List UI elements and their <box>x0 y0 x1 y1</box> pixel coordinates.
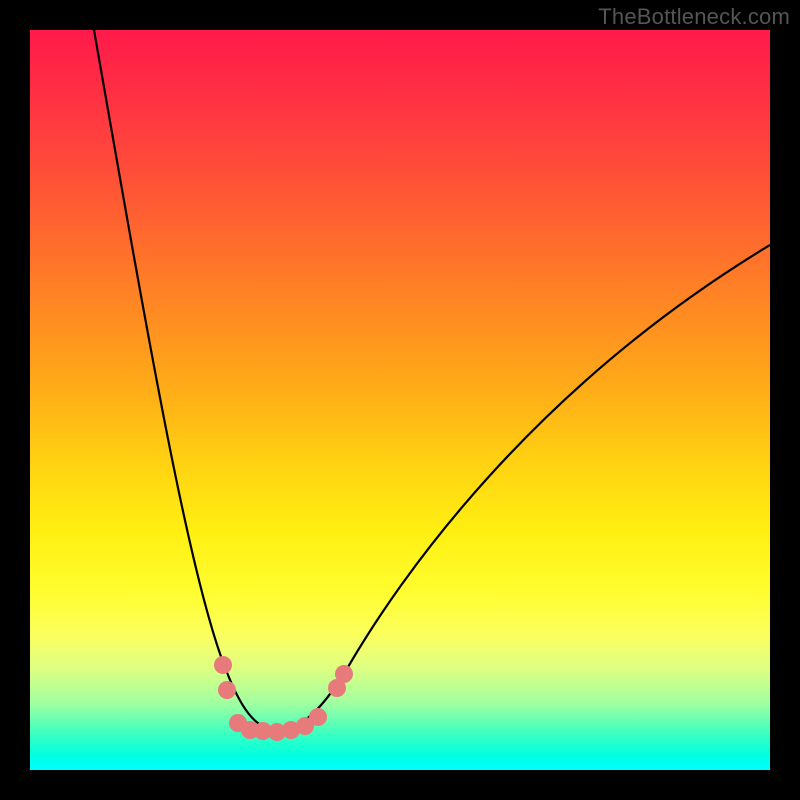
data-marker <box>214 656 232 674</box>
plot-area <box>30 30 770 770</box>
chart-svg <box>30 30 770 770</box>
watermark-text: TheBottleneck.com <box>598 4 790 30</box>
bottleneck-curve <box>94 30 770 730</box>
salmon-marker-cluster <box>214 656 353 741</box>
data-marker <box>309 708 327 726</box>
data-marker <box>218 681 236 699</box>
data-marker <box>335 665 353 683</box>
chart-frame: TheBottleneck.com <box>0 0 800 800</box>
